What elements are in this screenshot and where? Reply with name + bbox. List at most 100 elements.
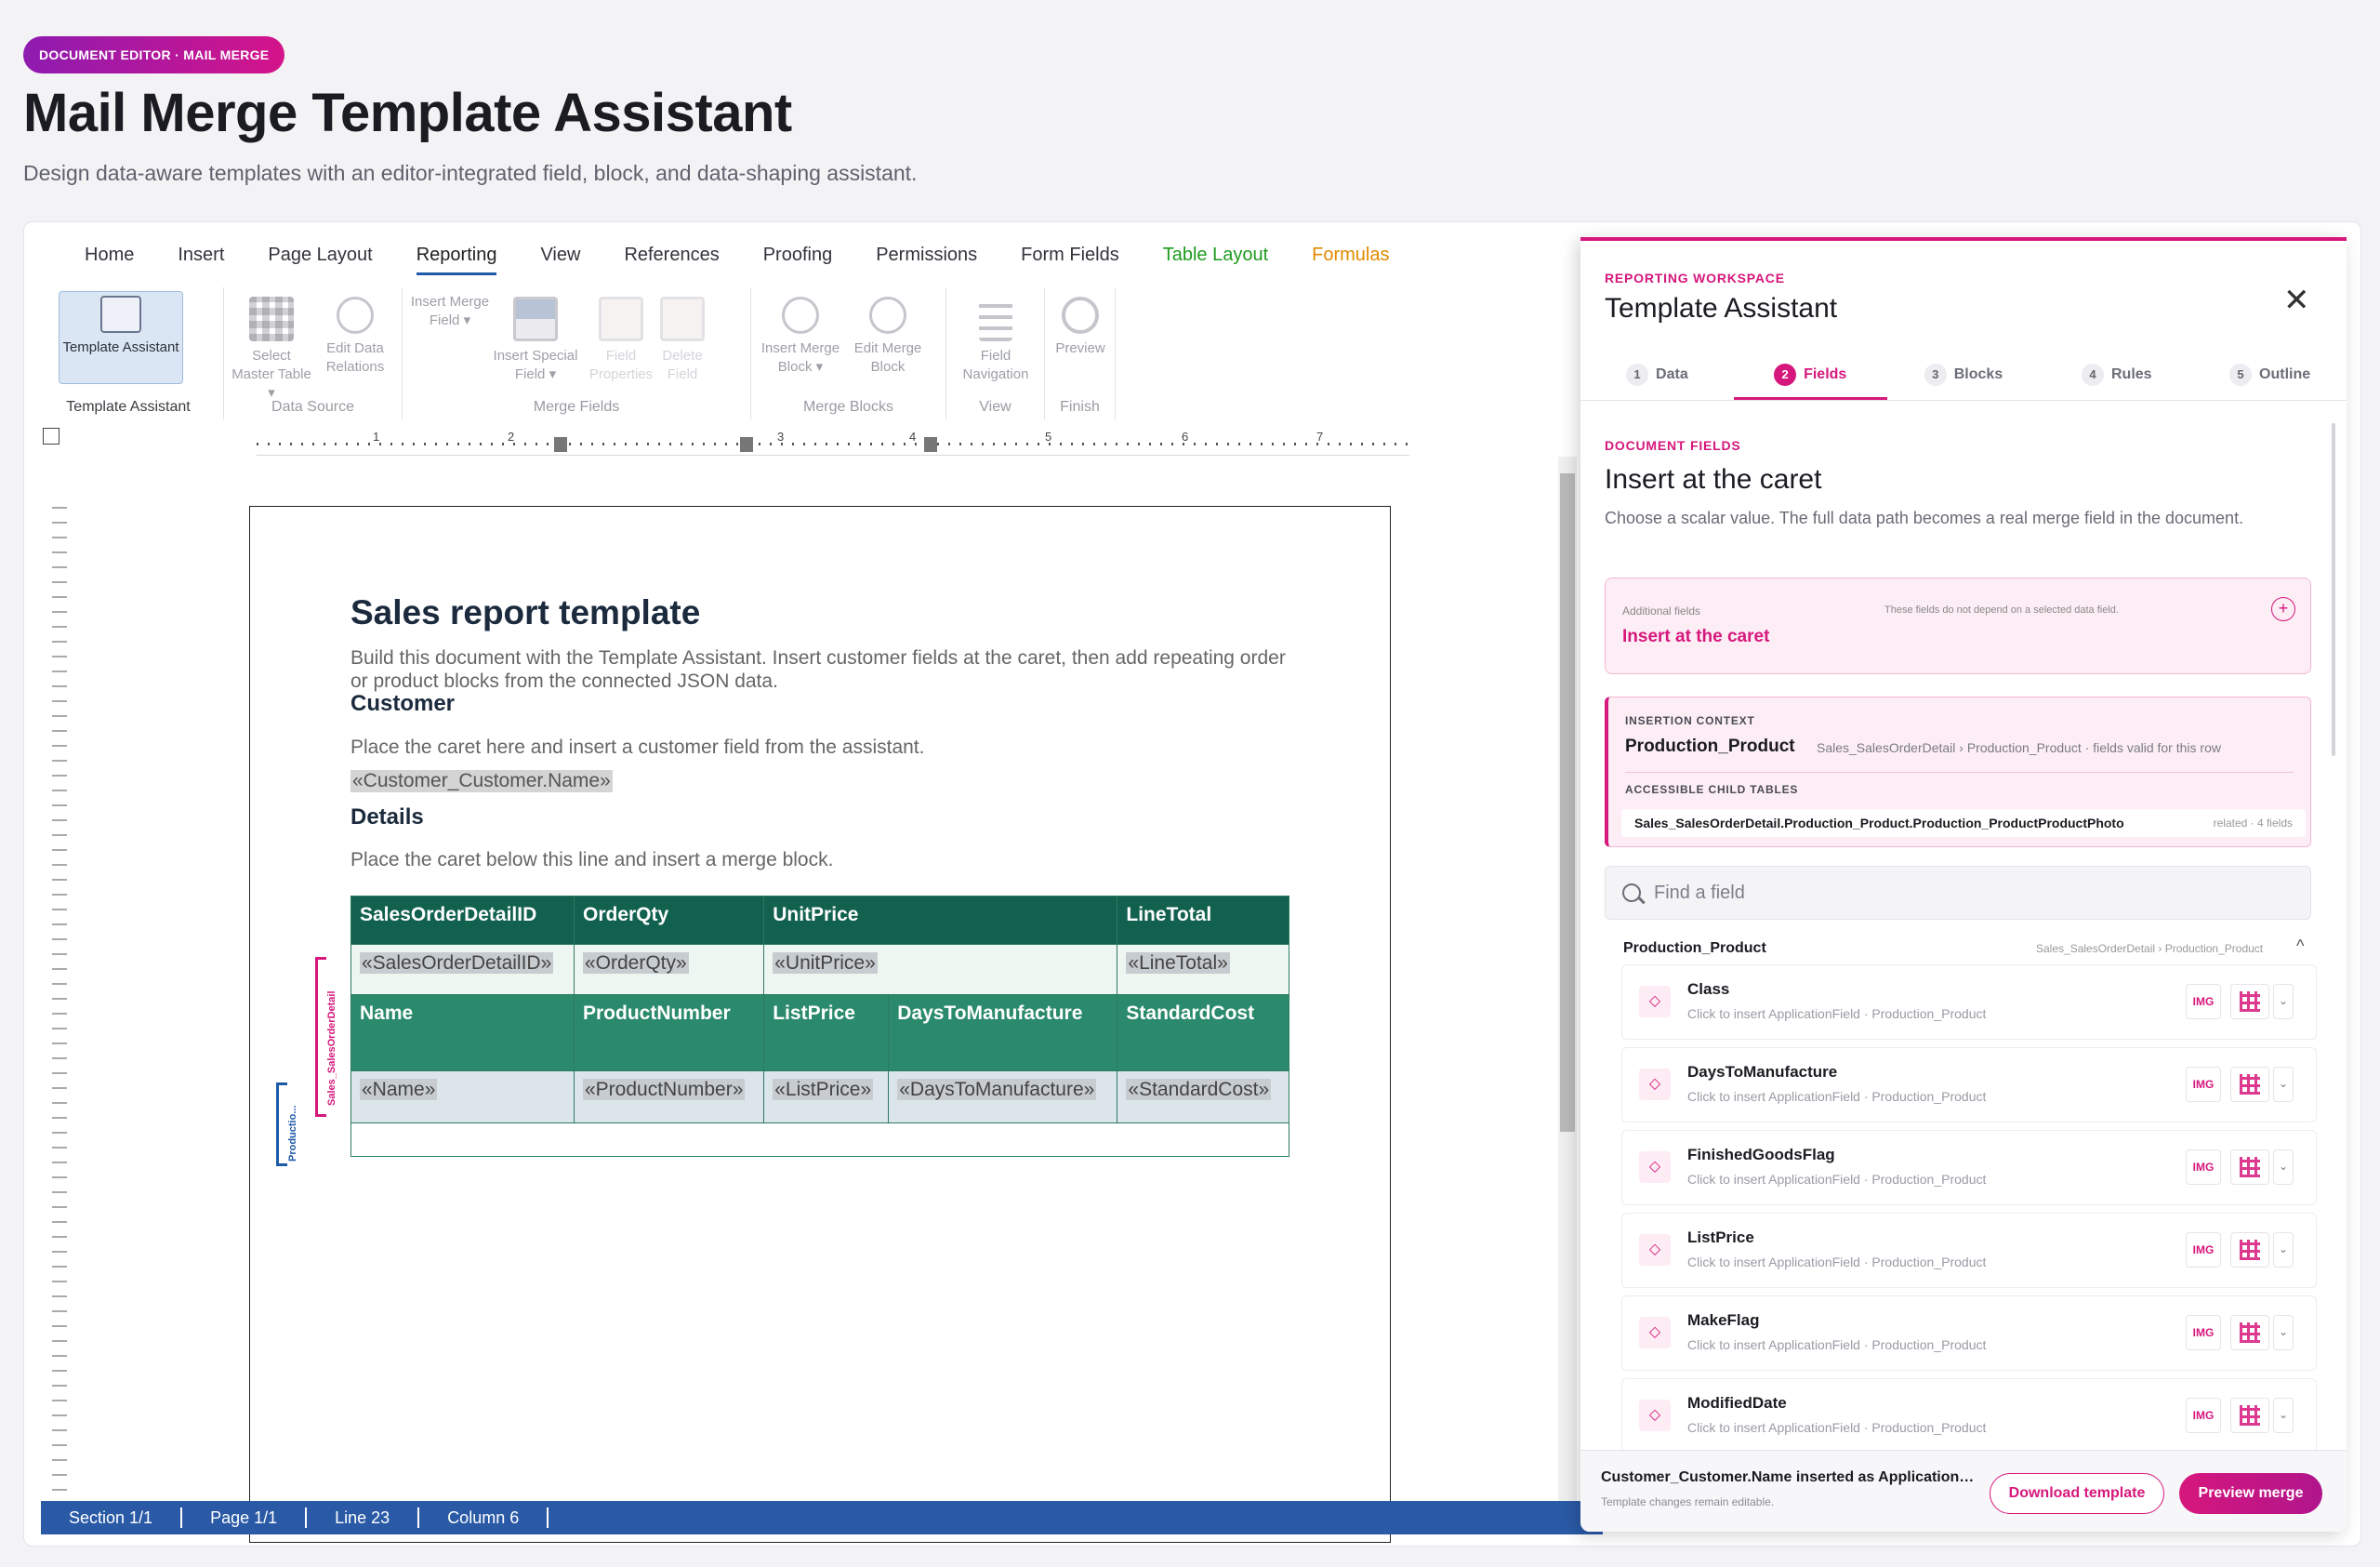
qr-code-icon[interactable] bbox=[2230, 1232, 2269, 1268]
merge-field[interactable]: «OrderQty» bbox=[582, 952, 689, 974]
field-item[interactable]: ◇ ListPrice Click to insert ApplicationF… bbox=[1621, 1213, 2317, 1288]
qr-code-icon[interactable] bbox=[2230, 1067, 2269, 1102]
header-cell[interactable]: SalesOrderDetailID bbox=[350, 896, 575, 945]
header-cell[interactable]: ListPrice bbox=[763, 994, 890, 1071]
step-data[interactable]: 1 Data bbox=[1580, 351, 1734, 400]
tab-formulas[interactable]: Formulas bbox=[1312, 245, 1389, 275]
field-search-input[interactable]: Find a field bbox=[1605, 866, 2311, 920]
tab-marker[interactable] bbox=[740, 437, 753, 452]
outer-block-bracket[interactable] bbox=[315, 957, 326, 1117]
tab-marker[interactable] bbox=[924, 437, 937, 452]
field-cell[interactable]: «LineTotal» bbox=[1117, 944, 1289, 995]
tab-proofing[interactable]: Proofing bbox=[763, 245, 833, 275]
merge-field[interactable]: «ProductNumber» bbox=[582, 1079, 746, 1100]
tab-table-layout[interactable]: Table Layout bbox=[1163, 245, 1268, 275]
field-group-name[interactable]: Production_Product bbox=[1623, 940, 1766, 957]
qr-code-icon[interactable] bbox=[2230, 1315, 2269, 1350]
field-cell[interactable]: «ListPrice» bbox=[763, 1070, 890, 1123]
merge-field[interactable]: «DaysToManufacture» bbox=[897, 1079, 1097, 1100]
qr-code-icon[interactable] bbox=[2230, 1398, 2269, 1433]
field-item[interactable]: ◇ MakeFlag Click to insert ApplicationFi… bbox=[1621, 1295, 2317, 1371]
field-item[interactable]: ◇ FinishedGoodsFlag Click to insert Appl… bbox=[1621, 1130, 2317, 1205]
header-cell[interactable]: Name bbox=[350, 994, 575, 1071]
close-icon[interactable]: ✕ bbox=[2283, 282, 2310, 319]
insert-image-button[interactable]: IMG bbox=[2186, 1398, 2221, 1433]
tab-stop-selector[interactable] bbox=[43, 428, 60, 445]
tab-references[interactable]: References bbox=[624, 245, 719, 275]
insert-image-button[interactable]: IMG bbox=[2186, 1315, 2221, 1350]
step-outline[interactable]: 5 Outline bbox=[2193, 351, 2347, 400]
insert-merge-block-button[interactable]: Insert Merge Block ▾ bbox=[757, 293, 844, 377]
preview-button[interactable]: Preview bbox=[1045, 293, 1116, 358]
merge-field[interactable]: «UnitPrice» bbox=[773, 952, 878, 974]
insert-image-button[interactable]: IMG bbox=[2186, 1232, 2221, 1268]
step-blocks[interactable]: 3 Blocks bbox=[1887, 351, 2041, 400]
qr-code-icon[interactable] bbox=[2230, 984, 2269, 1019]
field-navigation-button[interactable]: Field Navigation bbox=[952, 293, 1039, 384]
field-cell[interactable]: «DaysToManufacture» bbox=[888, 1070, 1118, 1123]
header-cell[interactable]: LineTotal bbox=[1117, 896, 1289, 945]
qr-code-icon[interactable] bbox=[2230, 1149, 2269, 1185]
chevron-down-icon[interactable]: ⌄ bbox=[2273, 1315, 2294, 1350]
header-cell[interactable]: UnitPrice bbox=[763, 896, 1118, 945]
insert-image-button[interactable]: IMG bbox=[2186, 984, 2221, 1019]
tab-view[interactable]: View bbox=[540, 245, 580, 275]
tab-form-fields[interactable]: Form Fields bbox=[1021, 245, 1119, 275]
chevron-up-icon[interactable]: ^ bbox=[2296, 936, 2304, 956]
field-cell[interactable]: «OrderQty» bbox=[573, 944, 765, 995]
document-scrollbar[interactable] bbox=[1558, 457, 1577, 1507]
chevron-down-icon[interactable]: ⌄ bbox=[2273, 1232, 2294, 1268]
delete-field-button[interactable]: Delete Field bbox=[650, 293, 715, 384]
panel-scrollbar[interactable] bbox=[2332, 423, 2335, 756]
field-cell[interactable]: «ProductNumber» bbox=[573, 1070, 765, 1123]
insert-image-button[interactable]: IMG bbox=[2186, 1067, 2221, 1102]
empty-cell[interactable] bbox=[350, 1122, 1289, 1157]
header-cell[interactable]: ProductNumber bbox=[573, 994, 765, 1071]
add-icon[interactable]: + bbox=[2271, 597, 2295, 621]
edit-data-relations-button[interactable]: Edit Data Relations bbox=[313, 293, 397, 377]
chevron-down-icon[interactable]: ⌄ bbox=[2273, 1067, 2294, 1102]
document-page[interactable]: Sales report template Build this documen… bbox=[249, 506, 1391, 1543]
field-cell[interactable]: «StandardCost» bbox=[1117, 1070, 1289, 1123]
edit-merge-block-button[interactable]: Edit Merge Block bbox=[844, 293, 932, 377]
inner-block-bracket[interactable] bbox=[276, 1082, 287, 1166]
field-item[interactable]: ◇ ModifiedDate Click to insert Applicati… bbox=[1621, 1378, 2317, 1454]
customer-merge-field[interactable]: «Customer_Customer.Name» bbox=[350, 770, 613, 792]
field-cell[interactable]: «Name» bbox=[350, 1070, 575, 1123]
scrollbar-thumb[interactable] bbox=[1560, 473, 1575, 1132]
step-fields[interactable]: 2 Fields bbox=[1733, 351, 1887, 400]
field-cell[interactable]: «SalesOrderDetailID» bbox=[350, 944, 575, 995]
merge-field[interactable]: «SalesOrderDetailID» bbox=[360, 952, 554, 974]
tab-home[interactable]: Home bbox=[85, 245, 134, 275]
select-master-table-button[interactable]: Select Master Table ▾ bbox=[230, 293, 313, 403]
preview-merge-button[interactable]: Preview merge bbox=[2179, 1473, 2322, 1514]
insert-image-button[interactable]: IMG bbox=[2186, 1149, 2221, 1185]
tab-permissions[interactable]: Permissions bbox=[876, 245, 977, 275]
field-cell[interactable]: «UnitPrice» bbox=[763, 944, 1118, 995]
field-item[interactable]: ◇ DaysToManufacture Click to insert Appl… bbox=[1621, 1047, 2317, 1122]
header-cell[interactable]: DaysToManufacture bbox=[888, 994, 1118, 1071]
tab-reporting[interactable]: Reporting bbox=[416, 245, 497, 275]
download-template-button[interactable]: Download template bbox=[1990, 1473, 2164, 1514]
header-cell[interactable]: OrderQty bbox=[573, 896, 765, 945]
merge-field[interactable]: «ListPrice» bbox=[773, 1079, 874, 1100]
indent-marker[interactable] bbox=[554, 437, 567, 452]
merge-field[interactable]: «StandardCost» bbox=[1126, 1079, 1272, 1100]
insert-merge-field-button[interactable]: Insert Merge Field ▾ bbox=[406, 293, 676, 625]
header-cell[interactable]: StandardCost bbox=[1117, 994, 1289, 1071]
horizontal-ruler[interactable]: 1 2 3 4 5 6 7 bbox=[257, 430, 1409, 456]
step-rules[interactable]: 4 Rules bbox=[2040, 351, 2193, 400]
additional-fields-card[interactable]: Additional fields These fields do not de… bbox=[1605, 578, 2311, 674]
tab-page-layout[interactable]: Page Layout bbox=[268, 245, 372, 275]
chevron-down-icon[interactable]: ⌄ bbox=[2273, 984, 2294, 1019]
merge-field[interactable]: «Name» bbox=[360, 1079, 438, 1100]
field-item[interactable]: ◇ Class Click to insert ApplicationField… bbox=[1621, 964, 2317, 1040]
child-table-chip[interactable]: Sales_SalesOrderDetail.Production_Produc… bbox=[1621, 809, 2306, 837]
tab-insert[interactable]: Insert bbox=[178, 245, 224, 275]
chevron-down-icon[interactable]: ⌄ bbox=[2273, 1398, 2294, 1433]
template-assistant-button[interactable]: Template Assistant bbox=[59, 291, 183, 384]
merge-field[interactable]: «LineTotal» bbox=[1126, 952, 1230, 974]
insert-special-field-button[interactable]: Insert Special Field ▾ bbox=[492, 293, 579, 384]
merge-table[interactable]: SalesOrderDetailID OrderQty UnitPrice Li… bbox=[350, 896, 1289, 1157]
chevron-down-icon[interactable]: ⌄ bbox=[2273, 1149, 2294, 1185]
